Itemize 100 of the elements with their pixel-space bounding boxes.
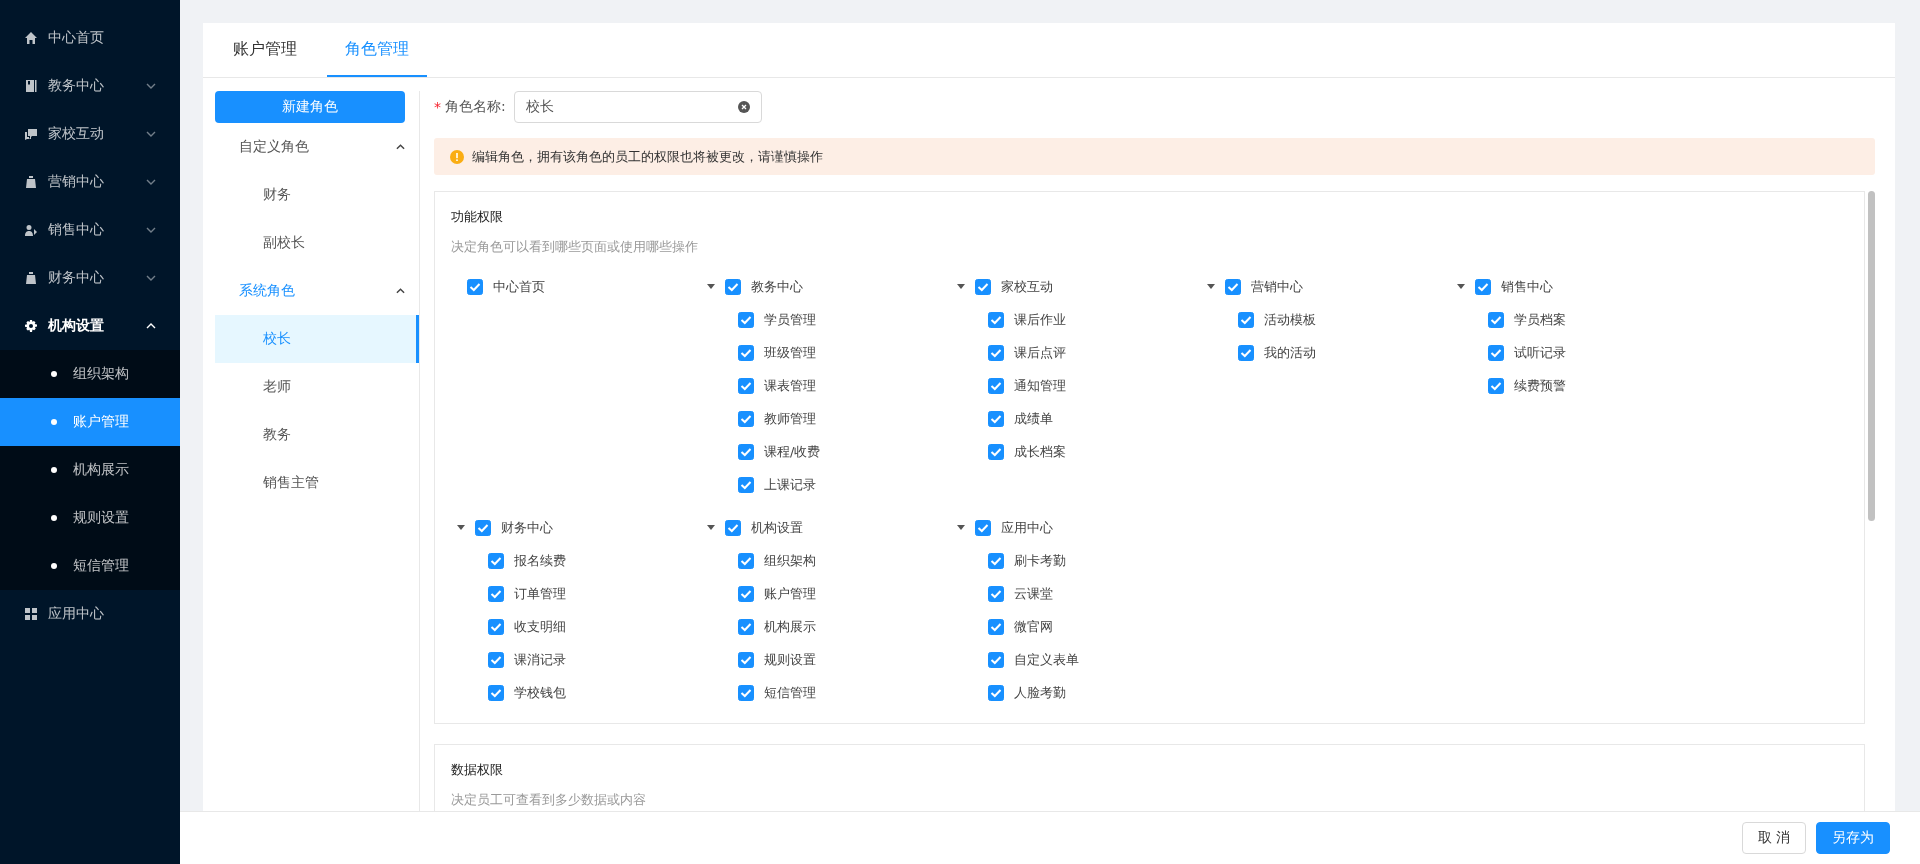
nav-subitem[interactable]: 短信管理: [0, 542, 180, 590]
checkbox[interactable]: [1488, 311, 1504, 328]
checkbox[interactable]: [738, 443, 754, 460]
checkbox[interactable]: [467, 278, 483, 295]
clear-icon[interactable]: [737, 101, 750, 113]
nav-item[interactable]: 销售中心: [0, 206, 180, 254]
permission-label: 机构展示: [764, 617, 816, 636]
checkbox[interactable]: [1225, 278, 1241, 295]
permission-label: 上课记录: [764, 475, 816, 494]
checkbox[interactable]: [738, 585, 754, 602]
nav-label: 机构设置: [48, 317, 105, 335]
checkbox[interactable]: [1238, 311, 1254, 328]
checkbox[interactable]: [1488, 377, 1504, 394]
caret-icon[interactable]: [957, 284, 965, 289]
bullet-icon: [51, 563, 57, 569]
nav-item[interactable]: 财务中心: [0, 254, 180, 302]
caret-icon[interactable]: [957, 525, 965, 530]
nav-subitem[interactable]: 组织架构: [0, 350, 180, 398]
nav-item[interactable]: 营销中心: [0, 158, 180, 206]
chevron-icon: [146, 227, 156, 233]
checkbox[interactable]: [1238, 344, 1254, 361]
checkbox[interactable]: [488, 585, 504, 602]
caret-icon[interactable]: [457, 525, 465, 530]
nav-label: 机构展示: [73, 461, 129, 479]
caret-icon[interactable]: [1457, 284, 1465, 289]
checkbox[interactable]: [725, 278, 741, 295]
permission-label: 自定义表单: [1014, 650, 1079, 669]
checkbox[interactable]: [975, 278, 991, 295]
checkbox[interactable]: [725, 519, 741, 536]
cancel-button[interactable]: 取 消: [1742, 822, 1806, 854]
checkbox[interactable]: [738, 377, 754, 394]
checkbox[interactable]: [738, 552, 754, 569]
checkbox[interactable]: [988, 410, 1004, 427]
caret-icon[interactable]: [707, 525, 715, 530]
permission-label: 学员管理: [764, 310, 816, 329]
nav-item[interactable]: 机构设置: [0, 302, 180, 350]
role-item[interactable]: 销售主管: [215, 459, 419, 507]
checkbox[interactable]: [988, 585, 1004, 602]
role-group[interactable]: 自定义角色: [215, 123, 419, 171]
tab[interactable]: 账户管理: [215, 23, 315, 77]
permission-label: 订单管理: [514, 584, 566, 603]
checkbox[interactable]: [988, 651, 1004, 668]
nav-label: 规则设置: [73, 509, 129, 527]
nav-icon: [24, 223, 38, 237]
permission-label: 教师管理: [764, 409, 816, 428]
permission-label: 教务中心: [751, 277, 803, 296]
role-item[interactable]: 老师: [215, 363, 419, 411]
permission-label: 报名续费: [514, 551, 566, 570]
checkbox[interactable]: [738, 311, 754, 328]
checkbox[interactable]: [738, 410, 754, 427]
checkbox[interactable]: [488, 618, 504, 635]
checkbox[interactable]: [988, 618, 1004, 635]
checkbox[interactable]: [1488, 344, 1504, 361]
permission-label: 人脸考勤: [1014, 683, 1066, 702]
nav-subitem[interactable]: 机构展示: [0, 446, 180, 494]
chevron-icon: [396, 288, 405, 294]
caret-icon[interactable]: [1207, 284, 1215, 289]
nav-label: 中心首页: [48, 29, 105, 47]
checkbox[interactable]: [975, 519, 991, 536]
section-description: 决定员工可查看到多少数据或内容: [451, 791, 647, 809]
checkbox[interactable]: [988, 311, 1004, 328]
permission-label: 微官网: [1014, 617, 1053, 636]
bullet-icon: [51, 467, 57, 473]
permission-label: 云课堂: [1014, 584, 1053, 603]
nav-item[interactable]: 中心首页: [0, 14, 180, 62]
permission-label: 试听记录: [1514, 343, 1566, 362]
checkbox[interactable]: [488, 651, 504, 668]
nav-item[interactable]: 教务中心: [0, 62, 180, 110]
alert-text: 编辑角色，拥有该角色的员工的权限也将被更改，请谨慎操作: [472, 147, 823, 166]
checkbox[interactable]: [738, 344, 754, 361]
checkbox[interactable]: [1475, 278, 1491, 295]
required-mark: *: [434, 99, 441, 115]
permission-label: 通知管理: [1014, 376, 1066, 395]
checkbox[interactable]: [988, 684, 1004, 701]
role-item[interactable]: 财务: [215, 171, 419, 219]
permission-label: 学员档案: [1514, 310, 1566, 329]
checkbox[interactable]: [738, 618, 754, 635]
checkbox[interactable]: [488, 684, 504, 701]
role-name-field[interactable]: 校长: [513, 91, 762, 123]
checkbox[interactable]: [988, 377, 1004, 394]
checkbox[interactable]: [988, 443, 1004, 460]
checkbox[interactable]: [738, 651, 754, 668]
nav-label: 营销中心: [48, 173, 105, 191]
checkbox[interactable]: [988, 552, 1004, 569]
role-item[interactable]: 副校长: [215, 219, 419, 267]
caret-icon[interactable]: [707, 284, 715, 289]
nav-subitem[interactable]: 规则设置: [0, 494, 180, 542]
checkbox[interactable]: [988, 344, 1004, 361]
nav-label: 账户管理: [73, 413, 129, 431]
scrollbar[interactable]: [1868, 191, 1875, 521]
permission-label: 班级管理: [764, 343, 816, 362]
checkbox[interactable]: [488, 552, 504, 569]
nav-item[interactable]: 应用中心: [0, 590, 180, 638]
checkbox[interactable]: [475, 519, 491, 536]
checkbox[interactable]: [738, 476, 754, 493]
nav-item[interactable]: 家校互动: [0, 110, 180, 158]
chevron-icon: [146, 323, 156, 329]
checkbox[interactable]: [738, 684, 754, 701]
role-item[interactable]: 教务: [215, 411, 419, 459]
permission-label: 应用中心: [1001, 518, 1053, 537]
